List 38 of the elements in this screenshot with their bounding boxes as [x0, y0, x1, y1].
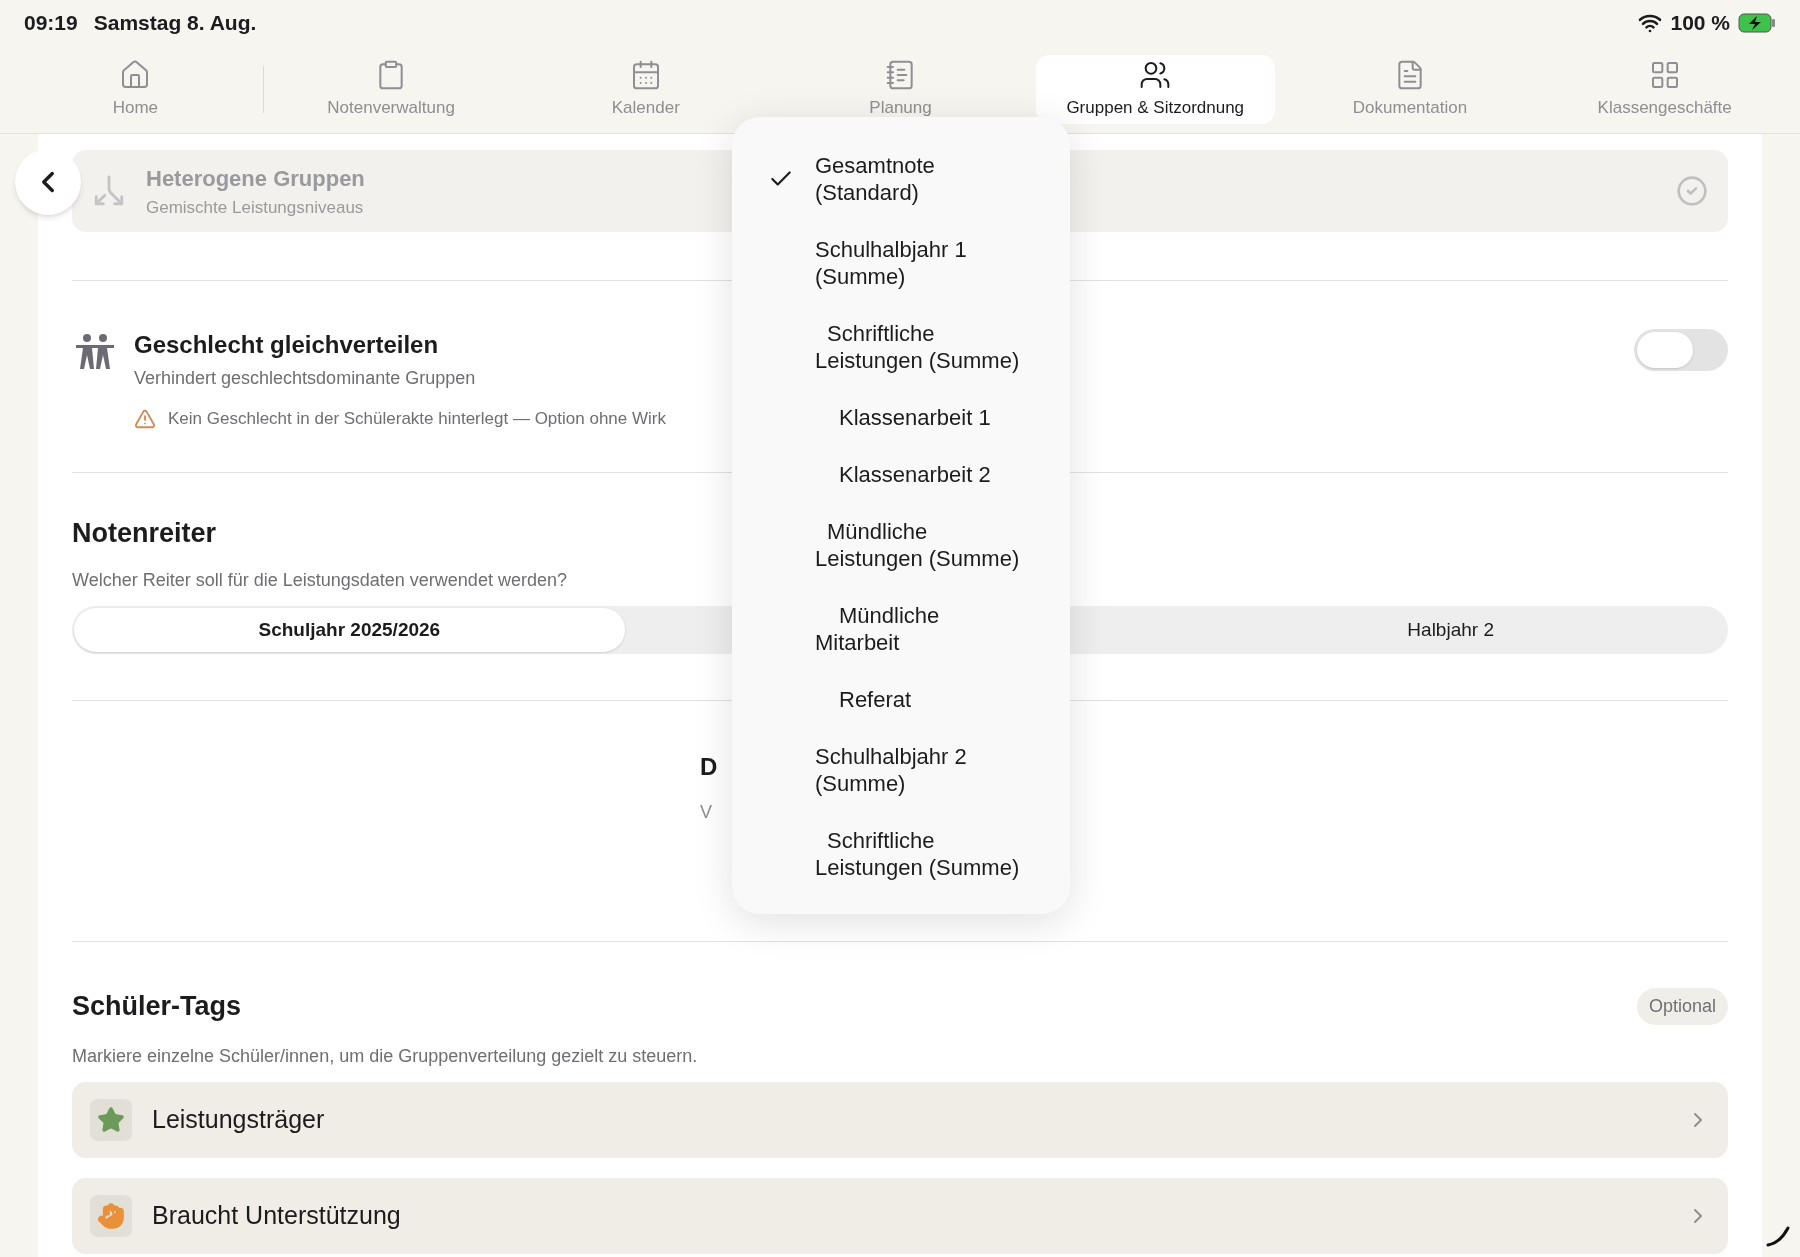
section-heading: Notenreiter	[72, 516, 217, 550]
menu-item[interactable]: Mündliche Mitarbeit	[732, 587, 1070, 671]
section-description: Markiere einzelne Schüler/innen, um die Gruppenverteilung gezielt zu steuern.	[72, 1044, 698, 1068]
menu-item[interactable]: Schulhalbjahr 2 (Summe)	[732, 728, 1070, 812]
tag-row[interactable]: Braucht Unterstützung	[72, 1177, 1728, 1254]
people-icon	[74, 333, 116, 371]
check-circle-icon	[1676, 175, 1708, 207]
fork-icon	[92, 174, 126, 208]
card-title: Heterogene Gruppen	[146, 164, 365, 193]
back-button[interactable]	[15, 149, 81, 215]
segment[interactable]: Halbjahr 2	[1175, 608, 1726, 652]
menu-item[interactable]: Gesamtnote (Standard)	[732, 137, 1070, 221]
card-subtitle: Gemischte Leistungsniveaus	[146, 196, 365, 219]
menu-item[interactable]: Klassenarbeit 1	[732, 389, 1070, 446]
menu-item[interactable]: Klassenarbeit 2	[732, 446, 1070, 503]
date-label: Samstag 8. Aug.	[93, 10, 257, 37]
section-description: V	[700, 801, 712, 824]
tag-row[interactable]: Leistungsträger	[72, 1081, 1728, 1158]
tab[interactable]: Gruppen & Sitzordnung	[1035, 55, 1275, 124]
toggle-switch[interactable]	[1634, 329, 1728, 371]
menu-item[interactable]: Referat	[732, 671, 1070, 728]
menu-item[interactable]: Schriftliche Leistungen (Summe)	[732, 812, 1070, 896]
menu-item[interactable]: Schulhalbjahr 1 (Summe)	[732, 221, 1070, 305]
section-description: Welcher Reiter soll für die Leistungsdaten verwendet werden?	[72, 569, 567, 592]
option-subtitle: Verhindert geschlechtsdominante Gruppen	[134, 367, 477, 390]
menu-item[interactable]: Mündliche Leistungen (Summe)	[732, 503, 1070, 587]
section-heading: Schüler-Tags	[72, 990, 242, 1023]
warning-text: Kein Geschlecht in der Schülerakte hinterlegt — Option ohne Wirk	[168, 408, 666, 430]
battery-percentage: 100 %	[1670, 10, 1730, 37]
section-heading: D	[700, 752, 718, 782]
segment[interactable]: Schuljahr 2025/2026	[74, 608, 625, 652]
option-title: Geschlecht gleichverteilen	[134, 330, 440, 360]
battery-icon	[1738, 13, 1776, 33]
pencil-indicator-icon	[1766, 1225, 1790, 1247]
menu-item[interactable]: Schriftliche Leistungen (Summe)	[732, 305, 1070, 389]
optional-badge: Optional	[1636, 987, 1728, 1025]
clock-time: 09:19	[24, 10, 78, 37]
warning-icon	[134, 407, 156, 430]
